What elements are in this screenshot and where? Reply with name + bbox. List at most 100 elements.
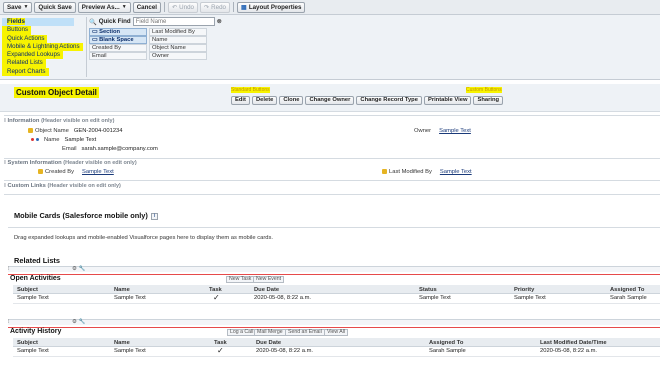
change-record-type-button[interactable]: Change Record Type	[356, 96, 422, 105]
field-label: Object Name	[35, 128, 69, 135]
view-all-button[interactable]: View All	[324, 329, 349, 336]
palette-item-last-modified-by[interactable]: Last Modified By	[149, 28, 207, 36]
quick-save-button[interactable]: Quick Save	[34, 1, 76, 13]
wrench-icon[interactable]: 🔧	[78, 266, 85, 272]
palette-item-label: Blank Space	[99, 37, 134, 43]
change-owner-button[interactable]: Change Owner	[305, 96, 355, 105]
preview-as-button[interactable]: Preview As... ▼	[77, 1, 131, 13]
field-last-modified-by[interactable]: Last Modified By Sample Text	[382, 169, 472, 175]
field-value: Sample Text	[439, 169, 472, 176]
cancel-button[interactable]: Cancel	[132, 1, 161, 13]
layout-properties-button[interactable]: ▦ Layout Properties	[236, 1, 306, 13]
field-value: Sample Text	[439, 128, 471, 134]
table-cell: Sample Text	[17, 348, 49, 354]
column-header: Assigned To	[429, 339, 464, 346]
palette-category-related-lists[interactable]: Related Lists	[2, 59, 46, 68]
palette-category-mobile-lightning-actions[interactable]: Mobile & Lightning Actions	[2, 42, 83, 52]
edit-button[interactable]: Edit	[231, 96, 250, 105]
palette-item-email[interactable]: Email	[89, 52, 147, 60]
drag-handle-icon: ⁞	[8, 319, 10, 325]
palette-item-created-by[interactable]: Created By	[89, 44, 147, 52]
column-header: Priority	[514, 286, 535, 293]
field-owner[interactable]: Owner Sample Text	[414, 128, 471, 134]
section-divider	[4, 115, 660, 116]
wrench-icon[interactable]: 🔧	[78, 319, 85, 325]
clone-button[interactable]: Clone	[279, 96, 304, 105]
open-activities-table: Subject Name Task Due Date Status Priori…	[13, 285, 660, 304]
palette-category-expanded-lookups[interactable]: Expanded Lookups	[2, 51, 63, 60]
field-value: GEN-2004-001234	[73, 128, 123, 135]
palette-category-report-charts[interactable]: Report Charts	[2, 67, 49, 77]
mail-merge-button[interactable]: Mail Merge	[254, 329, 286, 336]
mobile-cards-description: Drag expanded lookups and mobile-enabled…	[14, 235, 273, 241]
section-custom-links-heading[interactable]: ⁞ Custom Links (Header visible on edit o…	[4, 183, 121, 189]
column-header: Subject	[17, 286, 38, 293]
table-header: Subject Name Task Due Date Status Priori…	[13, 285, 660, 294]
palette-item-object-name[interactable]: Object Name	[149, 44, 207, 52]
table-cell: 2020-05-08, 8:22 a.m.	[540, 348, 598, 354]
clear-search-icon[interactable]: ⊗	[217, 18, 222, 25]
column-header: Last Modified Date/Time	[540, 339, 607, 346]
search-icon: 🔍	[89, 18, 97, 26]
field-email[interactable]: Email sarah.sample@company.com	[62, 146, 158, 152]
detail-header: Custom Object Detail Standard Buttons Cu…	[0, 84, 660, 112]
undo-button[interactable]: ↶ Undo	[167, 1, 198, 13]
undo-icon: ↶	[171, 3, 178, 11]
redo-button[interactable]: ↷ Redo	[199, 1, 230, 13]
mobile-cards-heading: Mobile Cards (Salesforce mobile only) i	[14, 211, 158, 220]
table-cell: Sample Text	[114, 295, 146, 301]
field-name[interactable]: Name Sample Text	[31, 137, 96, 143]
printable-view-button[interactable]: Printable View	[423, 96, 472, 105]
log-a-call-button[interactable]: Log a Call	[227, 329, 257, 336]
column-header: Due Date	[256, 339, 282, 346]
palette-item-section[interactable]: ▭ Section	[89, 28, 147, 36]
sharing-button[interactable]: Sharing	[473, 96, 504, 105]
gear-icon[interactable]: ⚙	[72, 266, 77, 272]
related-list-handle[interactable]: ⁞ ⚙ 🔧	[8, 266, 660, 272]
field-label: Created By	[45, 169, 74, 176]
standard-buttons-label: Standard Buttons	[231, 87, 270, 93]
custom-buttons-label: Custom Buttons	[466, 87, 502, 93]
standard-buttons: Edit Delete Clone Change Owner Change Re…	[231, 96, 504, 105]
related-list-handle[interactable]: ⁞ ⚙ 🔧	[8, 319, 660, 325]
related-list-tools: ⚙ 🔧	[72, 266, 85, 272]
section-note: (Header visible on edit only)	[41, 118, 115, 124]
table-cell: 2020-05-08, 8:22 a.m.	[254, 295, 312, 301]
delete-button[interactable]: Delete	[251, 96, 278, 105]
column-header: Assigned To	[610, 286, 645, 293]
layout-properties-icon: ▦	[240, 3, 247, 11]
related-list-border	[8, 327, 660, 328]
redo-label: Redo	[211, 3, 226, 11]
gear-icon[interactable]: ⚙	[72, 319, 77, 325]
related-lists-heading: Related Lists	[14, 256, 61, 265]
palette-category-quick-actions[interactable]: Quick Actions	[2, 34, 48, 43]
send-an-email-button[interactable]: Send an Email	[285, 329, 325, 336]
palette-item-owner[interactable]: Owner	[149, 52, 207, 60]
section-title: System Information	[7, 160, 62, 166]
palette-item-blank-space[interactable]: ▭ Blank Space	[89, 36, 147, 44]
section-divider	[4, 194, 660, 195]
activity-history-title: Activity History	[10, 328, 62, 335]
section-information-heading[interactable]: ⁞ Information (Header visible on edit on…	[4, 118, 114, 124]
column-header: Name	[114, 339, 130, 346]
page-title: Custom Object Detail	[14, 87, 99, 98]
field-label: Email	[62, 146, 77, 152]
info-icon[interactable]: i	[150, 212, 158, 220]
new-task-button[interactable]: New Task	[226, 276, 255, 283]
column-header: Due Date	[254, 286, 280, 293]
quick-find-input[interactable]: Field Name	[132, 17, 215, 26]
palette-category-buttons[interactable]: Buttons	[2, 26, 31, 35]
field-created-by[interactable]: Created By Sample Text	[38, 169, 114, 175]
palette-item-name[interactable]: Name	[149, 36, 207, 44]
table-cell: 2020-05-08, 8:22 a.m.	[256, 348, 314, 354]
new-event-button[interactable]: New Event	[253, 276, 285, 283]
section-system-information-heading[interactable]: ⁞ System Information (Header visible on …	[4, 160, 137, 166]
toolbar-divider	[163, 2, 165, 12]
save-button[interactable]: Save ▼	[3, 1, 33, 13]
field-object-name[interactable]: Object Name GEN-2004-001234	[28, 128, 123, 134]
palette-category-fields[interactable]: Fields	[2, 18, 74, 27]
preview-as-label: Preview As...	[81, 3, 120, 11]
table-cell: Sarah Sample	[610, 295, 647, 301]
field-value: Sample Text	[64, 137, 97, 143]
redo-icon: ↷	[203, 3, 210, 11]
